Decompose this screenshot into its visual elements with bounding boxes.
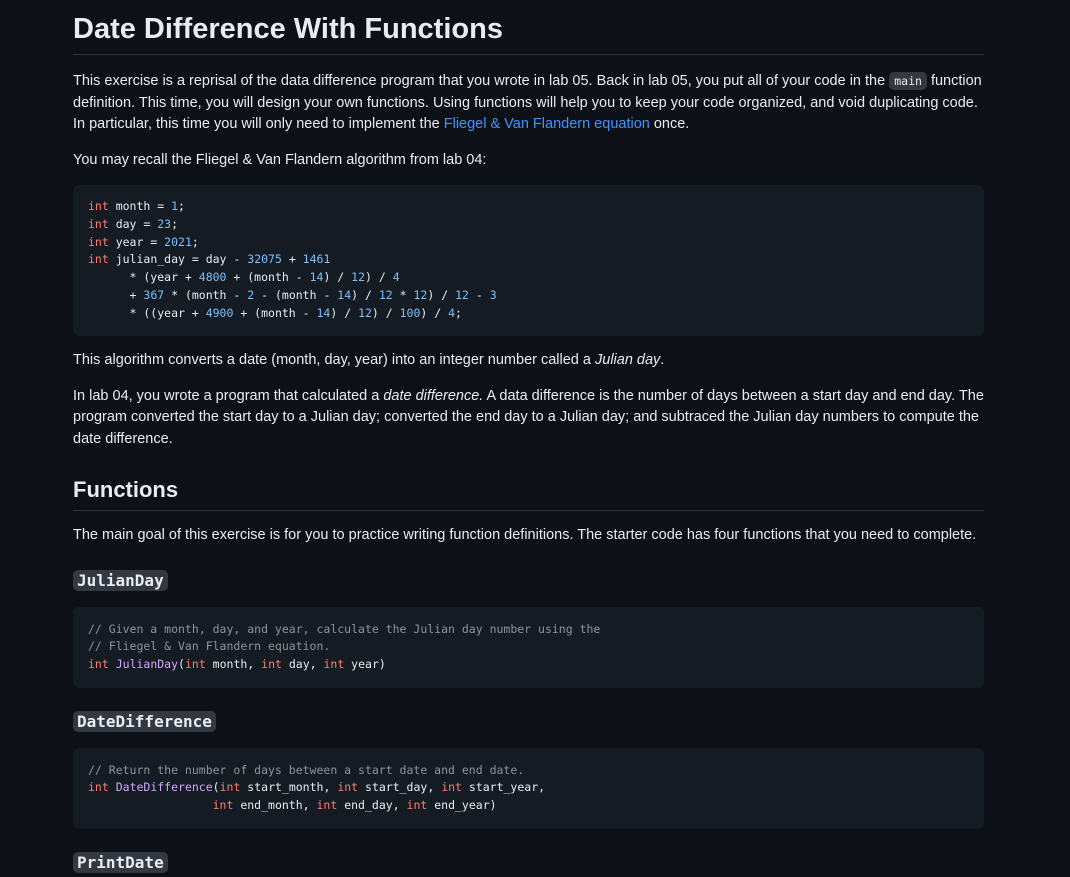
page-title: Date Difference With Functions (73, 0, 984, 55)
code-line: int day = 23; (88, 216, 179, 231)
printdate-heading: PrintDate (73, 851, 984, 875)
code-line: + 367 * (month - 2 - (month - 14) / 12 *… (88, 287, 497, 302)
julianday-heading: JulianDay (73, 569, 984, 593)
code-line: int year = 2021; (88, 234, 199, 249)
code-line: * (year + 4800 + (month - 14) / 12) / 4 (88, 270, 400, 285)
datedifference-heading: DateDifference (73, 710, 984, 734)
code-line: int month = 1; (88, 199, 185, 213)
algorithm-code-block: int month = 1; int day = 23; int year = 20… (73, 185, 984, 336)
julianday-code-block: // Given a month, day, and year, calcula… (73, 606, 984, 688)
intro-paragraph: This exercise is a reprisal of the data … (73, 72, 982, 132)
julian-paragraph: This algorithm converts a date (month, d… (73, 352, 665, 368)
inline-code-main: main (889, 72, 927, 90)
recall-paragraph: You may recall the Fliegel & Van Flander… (73, 151, 487, 168)
fliegel-link[interactable]: Fliegel & Van Flandern equation (444, 116, 650, 132)
functions-heading: Functions (73, 476, 984, 511)
datedifference-code-block: // Return the number of days between a s… (73, 747, 984, 829)
article: Date Difference With Functions This exer… (73, 0, 984, 875)
lab04-paragraph: In lab 04, you wrote a program that calc… (73, 387, 984, 447)
code-line: * ((year + 4900 + (month - 14) / 12) / 1… (88, 305, 462, 320)
code-line: int julian_day = day - 32075 + 1461 (88, 252, 331, 267)
functions-intro: The main goal of this exercise is for yo… (73, 527, 977, 543)
